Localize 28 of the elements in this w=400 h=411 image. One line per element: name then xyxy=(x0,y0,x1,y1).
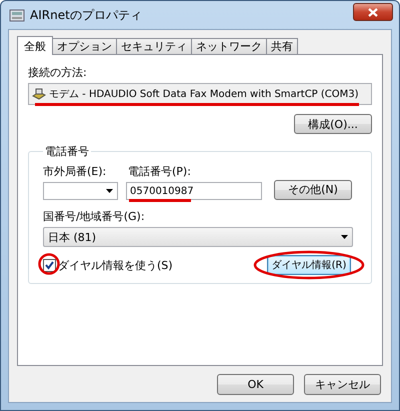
country-dropdown[interactable]: 日本 (81) xyxy=(43,227,353,247)
configure-button[interactable]: 構成(O)... xyxy=(294,114,372,134)
close-button[interactable] xyxy=(353,3,393,21)
country-label: 国番号/地域番号(G): xyxy=(43,209,146,224)
phone-number-label: 電話番号(P): xyxy=(128,164,191,179)
connection-label: 接続の方法: xyxy=(28,65,88,80)
caret-icon xyxy=(106,189,113,193)
group-title: 電話番号 xyxy=(44,144,90,159)
annotation-underline xyxy=(129,199,191,202)
tab[interactable]: 共有 xyxy=(266,38,298,54)
dialing-rules-checkbox[interactable]: ダイヤル情報を使う(S) xyxy=(43,258,173,272)
check-icon xyxy=(45,260,54,270)
tab[interactable]: ネットワーク xyxy=(191,38,267,54)
caret-icon xyxy=(341,235,348,239)
phone-number-field[interactable]: 0570010987 xyxy=(126,182,262,200)
cancel-button[interactable]: キャンセル xyxy=(304,374,381,394)
tab[interactable]: オプション xyxy=(52,38,117,54)
dialing-rules-button[interactable]: ダイヤル情報(R) xyxy=(267,255,351,275)
annotation-circle xyxy=(38,253,60,275)
close-icon xyxy=(368,8,378,16)
area-code-label: 市外局番(E): xyxy=(43,164,108,179)
device-name: モデム - HDAUDIO Soft Data Fax Modem with SmartCP (COM3) xyxy=(49,88,359,101)
modem-icon xyxy=(32,87,46,101)
tab[interactable]: 全般 xyxy=(17,36,53,55)
window-title: AIRnetのプロパティ xyxy=(30,6,143,24)
other-button[interactable]: その他(N) xyxy=(274,180,352,200)
tab[interactable]: セキュリティ xyxy=(116,38,192,54)
ok-button[interactable]: OK xyxy=(217,374,294,394)
